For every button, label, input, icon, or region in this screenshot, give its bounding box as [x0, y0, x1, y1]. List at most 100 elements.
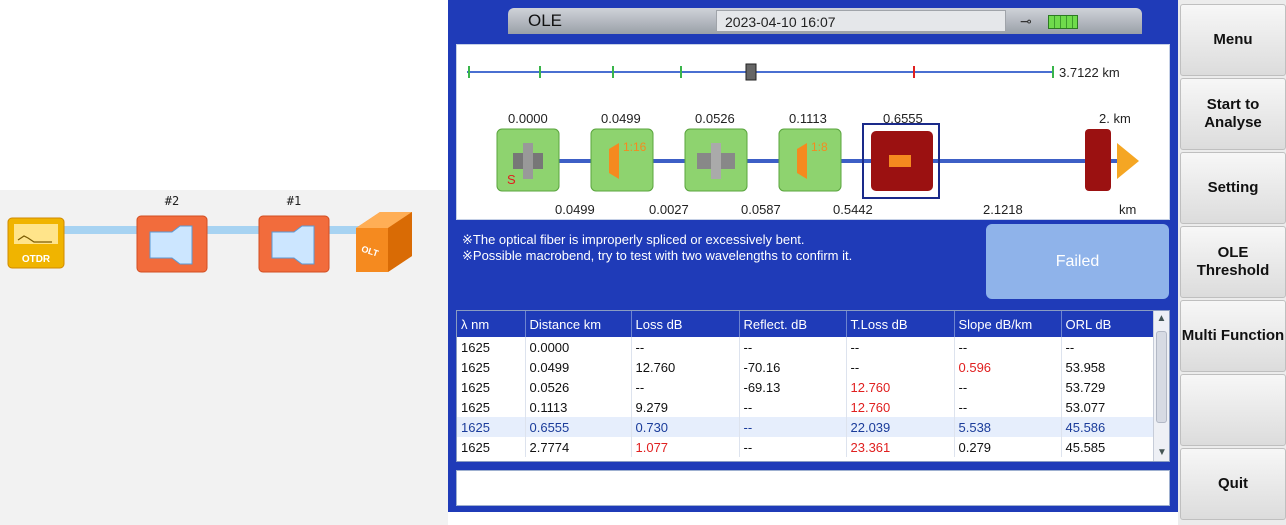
event-position-5: 2. km [1099, 111, 1131, 126]
menu-button[interactable]: Menu [1180, 4, 1286, 76]
table-row-selected[interactable]: 1625 0.6555 0.730 -- 22.039 5.538 45.586 [457, 417, 1157, 437]
cell-reflectance: -- [739, 397, 847, 417]
cell-distance: 0.0000 [525, 337, 632, 357]
empty-softkey-button[interactable] [1180, 374, 1286, 446]
cell-total-loss: -- [846, 357, 955, 377]
status-bar [456, 470, 1170, 506]
cell-slope: -- [954, 377, 1062, 397]
cell-reflectance: -- [739, 417, 847, 437]
scroll-up-icon[interactable]: ▲ [1154, 311, 1169, 327]
splitter-1-icon [258, 215, 330, 273]
splitter-ratio-1: 1:16 [623, 140, 647, 154]
cell-total-loss: -- [846, 337, 955, 357]
table-header-row: λ nm Distance km Loss dB Reflect. dB T.L… [457, 311, 1157, 337]
event-position-0: 0.0000 [508, 111, 548, 126]
connector-event-0[interactable]: S [496, 128, 560, 192]
splitter-event-3[interactable]: 1:8 [778, 128, 842, 192]
splitter-event-1[interactable]: 1:16 [590, 128, 654, 192]
cell-wavelength: 1625 [457, 397, 526, 417]
connector-event-2[interactable] [684, 128, 748, 192]
column-header[interactable]: T.Loss dB [846, 311, 955, 337]
splitter-1-label: #1 [287, 194, 301, 208]
cell-reflectance: -- [739, 437, 847, 457]
segment-length-0: 0.0499 [555, 202, 595, 217]
column-header[interactable]: Distance km [525, 311, 632, 337]
event-position-2: 0.0526 [695, 111, 735, 126]
column-header[interactable]: ORL dB [1061, 311, 1157, 337]
splitter-ratio-2: 1:8 [811, 140, 828, 154]
column-header[interactable]: Slope dB/km [954, 311, 1062, 337]
cell-distance: 0.1113 [525, 397, 632, 417]
cell-wavelength: 1625 [457, 417, 526, 437]
scroll-down-icon[interactable]: ▼ [1154, 445, 1169, 461]
otdr-screen: OLE 2023-04-10 16:07 ⊸ S 1:16 1:8 3.7122… [448, 0, 1178, 512]
overview-cursor[interactable] [745, 63, 757, 81]
setting-button[interactable]: Setting [1180, 152, 1286, 224]
cell-slope: 5.538 [954, 417, 1062, 437]
otdr-label: OTDR [22, 254, 51, 265]
diagnosis-message-2: ※Possible macrobend, try to test with tw… [462, 248, 853, 263]
event-map-panel[interactable]: S 1:16 1:8 3.7122 km 0.0000 0.0499 0.052… [456, 44, 1170, 220]
cell-reflectance: -- [739, 337, 847, 357]
cell-orl: 45.585 [1061, 437, 1157, 457]
start-marker: S [507, 172, 516, 187]
start-analyse-button[interactable]: Start to Analyse [1180, 78, 1286, 150]
cell-orl: 53.729 [1061, 377, 1157, 397]
datetime-display: 2023-04-10 16:07 [716, 10, 1006, 32]
segment-length-1: 0.0027 [649, 202, 689, 217]
column-header[interactable]: Reflect. dB [739, 311, 847, 337]
cell-slope: 0.596 [954, 357, 1062, 377]
cell-distance: 0.0526 [525, 377, 632, 397]
otdr-icon: OTDR [7, 217, 65, 269]
splitter-2-label: #2 [165, 194, 179, 208]
cell-orl: 53.077 [1061, 397, 1157, 417]
cell-orl: -- [1061, 337, 1157, 357]
cell-loss: 1.077 [631, 437, 740, 457]
result-status-badge: Failed [986, 224, 1169, 299]
diagnosis-message-1: ※The optical fiber is improperly spliced… [462, 232, 805, 247]
multi-function-button[interactable]: Multi Function [1180, 300, 1286, 372]
battery-icon [1048, 15, 1078, 29]
cell-total-loss: 22.039 [846, 417, 955, 437]
topology-diagram: OTDR #2 #1 OLT [0, 0, 448, 525]
cell-total-loss: 12.760 [846, 397, 955, 417]
cell-orl: 45.586 [1061, 417, 1157, 437]
cell-slope: 0.279 [954, 437, 1062, 457]
splitter-2-icon [136, 215, 208, 273]
olt-icon: OLT [356, 212, 412, 272]
total-length: 3.7122 km [1059, 65, 1120, 80]
quit-button[interactable]: Quit [1180, 448, 1286, 520]
topology-svg: OTDR #2 #1 OLT [7, 194, 412, 273]
diagnosis-messages: ※The optical fiber is improperly spliced… [462, 232, 962, 264]
table-scrollbar[interactable]: ▲ ▼ [1153, 311, 1169, 461]
segment-unit: km [1119, 202, 1137, 217]
event-position-1: 0.0499 [601, 111, 641, 126]
segment-length-3: 0.5442 [833, 202, 873, 217]
table-row[interactable]: 1625 0.1113 9.279 -- 12.760 -- 53.077 [457, 397, 1157, 417]
ole-threshold-button[interactable]: OLE Threshold [1180, 226, 1286, 298]
event-position-4: 0.6555 [883, 111, 923, 126]
cell-loss: -- [631, 337, 740, 357]
softkey-panel: Menu Start to Analyse Setting OLE Thresh… [1178, 0, 1286, 525]
title-bar: OLE 2023-04-10 16:07 ⊸ [508, 8, 1142, 34]
cell-loss: 0.730 [631, 417, 740, 437]
event-table[interactable]: λ nm Distance km Loss dB Reflect. dB T.L… [456, 310, 1170, 462]
cell-total-loss: 12.760 [846, 377, 955, 397]
table-row[interactable]: 1625 2.7774 1.077 -- 23.361 0.279 45.585 [457, 437, 1157, 457]
cell-reflectance: -69.13 [739, 377, 847, 397]
scroll-thumb[interactable] [1156, 331, 1167, 423]
cell-total-loss: 23.361 [846, 437, 955, 457]
segment-length-2: 0.0587 [741, 202, 781, 217]
cell-reflectance: -70.16 [739, 357, 847, 377]
column-header[interactable]: λ nm [457, 311, 526, 337]
table-row[interactable]: 1625 0.0000 -- -- -- -- -- [457, 337, 1157, 357]
cell-loss: 12.760 [631, 357, 740, 377]
cell-wavelength: 1625 [457, 357, 526, 377]
fault-event-4[interactable] [862, 123, 940, 199]
cell-loss: 9.279 [631, 397, 740, 417]
table-row[interactable]: 1625 0.0526 -- -69.13 12.760 -- 53.729 [457, 377, 1157, 397]
column-header[interactable]: Loss dB [631, 311, 740, 337]
cell-distance: 0.0499 [525, 357, 632, 377]
event-table-grid: λ nm Distance km Loss dB Reflect. dB T.L… [457, 311, 1157, 457]
table-row[interactable]: 1625 0.0499 12.760 -70.16 -- 0.596 53.95… [457, 357, 1157, 377]
